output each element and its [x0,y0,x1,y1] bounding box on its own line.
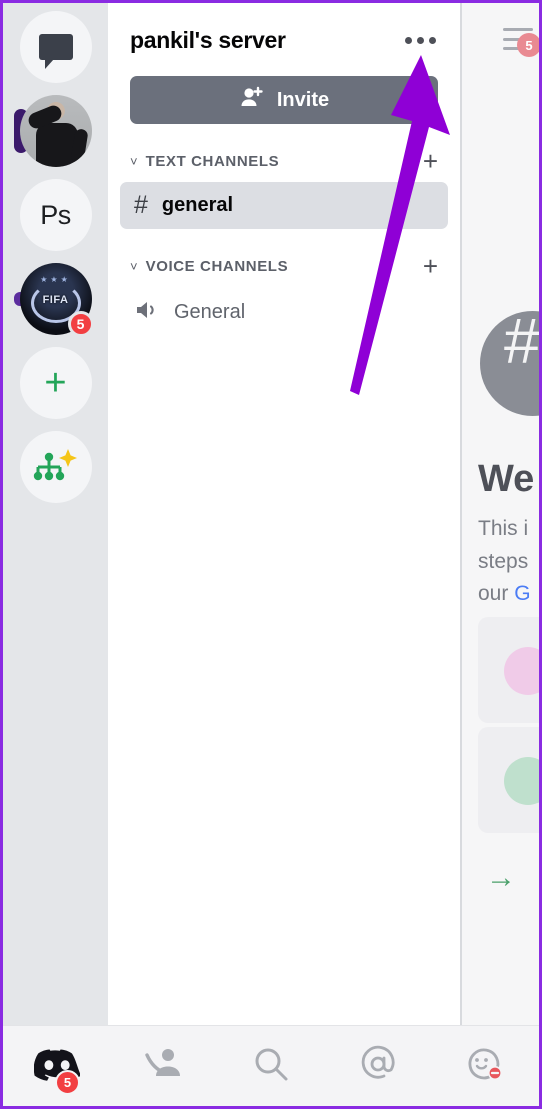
dot-icon [429,37,436,44]
chevron-down-icon: ˅ [130,153,138,169]
text-channels-section-header[interactable]: ˅ TEXT CHANNELS + [108,146,460,176]
onboarding-card[interactable] [478,617,539,723]
chat-peek-badge: 5 [517,33,539,57]
server-avatar-photo [19,95,92,167]
direct-messages-icon [38,34,73,69]
discord-mobile-screen: Ps ★★★ FIFA 5 + pankil's server Invite ˅… [0,0,542,1109]
servers-tab-badge: 5 [55,1070,80,1095]
channel-item-general[interactable]: # general [120,182,448,229]
fifa-server-badge: 5 [67,311,94,337]
nav-profile-tab[interactable] [432,1026,539,1106]
plus-icon: + [44,362,67,404]
rail-item-direct-messages[interactable] [19,11,92,83]
rail-item-photoshop-server[interactable]: Ps [19,179,92,251]
next-arrow-icon[interactable]: → [486,861,516,895]
chat-peek-header: 5 [462,3,539,75]
photoshop-server-label: Ps [40,199,71,230]
bottom-navigation-bar: 5 [3,1025,539,1106]
avatar-icon [464,1044,506,1089]
hash-icon: # [134,191,148,219]
dot-icon [417,37,424,44]
fifa-server-label: FIFA [42,294,69,306]
speaker-icon [134,298,160,327]
card-illustration-icon [504,647,539,695]
guide-link[interactable]: G [514,582,530,605]
text-channels-title: TEXT CHANNELS [145,152,280,170]
onboarding-card[interactable] [478,727,539,833]
voice-channels-section-header[interactable]: ˅ VOICE CHANNELS + [108,251,460,281]
person-add-icon [239,85,265,116]
friends-icon [143,1046,185,1087]
rail-item-add-server[interactable]: + [19,347,92,419]
chevron-down-icon: ˅ [130,258,138,274]
welcome-body-line: our G [478,582,531,606]
server-rail: Ps ★★★ FIFA 5 + [3,3,108,1031]
channel-label: general [161,194,234,216]
nav-search-tab[interactable] [217,1026,324,1106]
server-title: pankil's server [130,27,286,53]
add-text-channel-button[interactable]: + [423,148,438,174]
rail-item-discover-servers[interactable] [19,431,92,503]
add-voice-channel-button[interactable]: + [423,253,438,279]
nav-friends-tab[interactable] [110,1026,217,1106]
channel-item-general-voice[interactable]: General [120,287,448,338]
channel-label: General [174,301,246,323]
card-illustration-icon [504,757,539,805]
dot-icon [405,37,412,44]
welcome-body-text: This i steps our G [478,513,531,611]
mention-icon [359,1045,397,1088]
discover-sparkle-icon [33,446,79,488]
invite-button[interactable]: Invite [130,76,438,124]
more-options-button[interactable] [403,31,438,50]
search-icon [252,1045,290,1088]
welcome-body-line: This i [478,517,529,540]
chat-view-peek[interactable]: 5 # We This i steps our G → [460,3,539,1031]
channel-panel-header: pankil's server [108,3,460,54]
rail-item-fifa-server[interactable]: ★★★ FIFA 5 [13,263,94,337]
invite-button-label: Invite [276,88,330,111]
channel-hash-avatar: # [480,309,539,416]
voice-channels-title: VOICE CHANNELS [145,257,289,275]
rail-item-user-server[interactable] [13,95,92,167]
channel-panel: pankil's server Invite ˅ TEXT CHANNELS + [108,3,460,1031]
welcome-body-line: steps [478,549,529,573]
welcome-heading: We [478,458,535,500]
nav-mentions-tab[interactable] [325,1026,432,1106]
nav-servers-tab[interactable]: 5 [3,1026,110,1106]
